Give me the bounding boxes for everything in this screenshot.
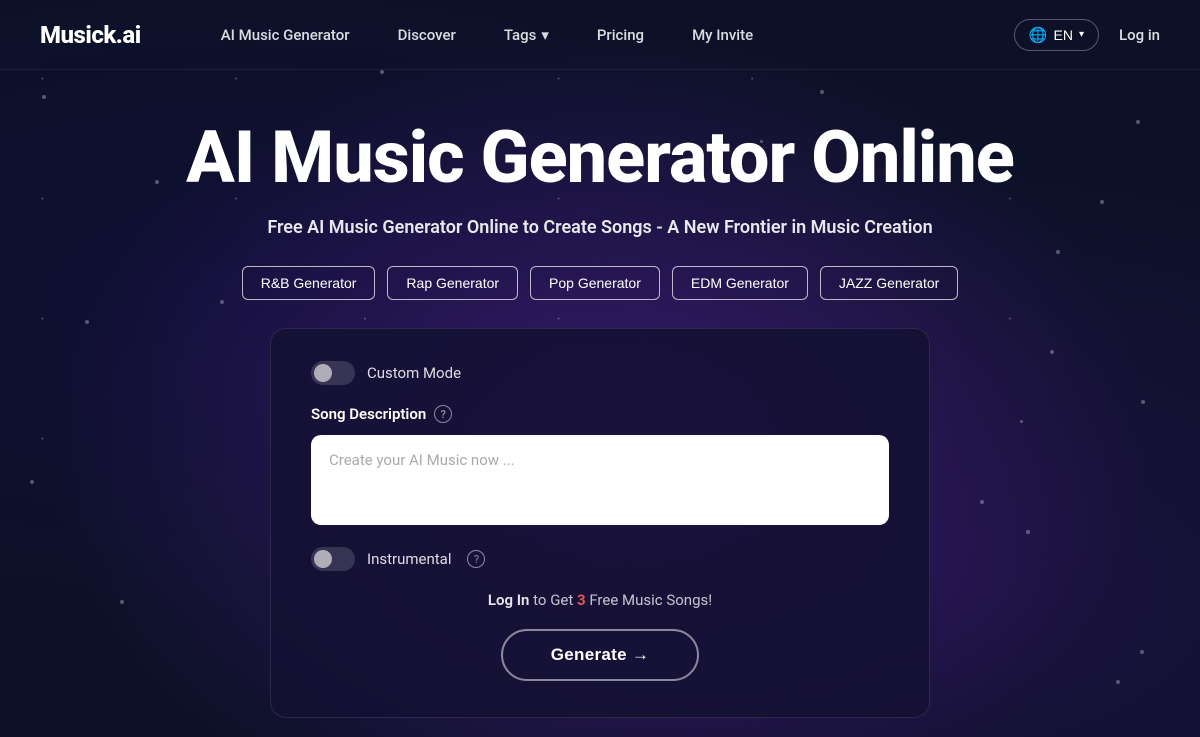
- genre-pop[interactable]: Pop Generator: [530, 266, 660, 300]
- nav-tags[interactable]: Tags ▾: [504, 26, 549, 44]
- instrumental-label: Instrumental: [367, 550, 451, 568]
- instrumental-help-icon[interactable]: ?: [467, 550, 485, 568]
- custom-mode-label: Custom Mode: [367, 364, 461, 382]
- login-notice-link[interactable]: Log In: [488, 591, 530, 609]
- nav-right: 🌐 EN ▾ Log in: [1014, 19, 1160, 51]
- song-description-help-icon[interactable]: ?: [434, 405, 452, 423]
- genre-jazz[interactable]: JAZZ Generator: [820, 266, 958, 300]
- free-count: 3: [577, 591, 586, 609]
- song-description-input[interactable]: [311, 435, 889, 525]
- hero-section: AI Music Generator Online Free AI Music …: [0, 70, 1200, 718]
- genre-edm[interactable]: EDM Generator: [672, 266, 808, 300]
- hero-subtitle: Free AI Music Generator Online to Create…: [267, 217, 932, 238]
- login-notice: Log In to Get 3 Free Music Songs!: [311, 591, 889, 609]
- generator-card: Custom Mode Song Description ? Instrumen…: [270, 328, 930, 718]
- nav-links: AI Music Generator Discover Tags ▾ Prici…: [221, 26, 1014, 44]
- generate-button[interactable]: Generate →: [501, 629, 699, 681]
- nav-pricing[interactable]: Pricing: [597, 26, 644, 44]
- custom-mode-toggle[interactable]: [311, 361, 355, 385]
- nav-discover[interactable]: Discover: [398, 26, 456, 44]
- globe-icon: 🌐: [1029, 26, 1048, 44]
- genre-tags: R&B Generator Rap Generator Pop Generato…: [242, 266, 959, 300]
- login-link[interactable]: Log in: [1119, 26, 1160, 44]
- hero-title: AI Music Generator Online: [186, 118, 1014, 197]
- chevron-down-icon: ▾: [1079, 29, 1084, 40]
- nav-ai-music-generator[interactable]: AI Music Generator: [221, 26, 350, 44]
- navbar: Musick.ai AI Music Generator Discover Ta…: [0, 0, 1200, 70]
- logo: Musick.ai: [40, 21, 141, 49]
- instrumental-toggle[interactable]: [311, 547, 355, 571]
- song-description-label: Song Description ?: [311, 405, 889, 423]
- custom-mode-row: Custom Mode: [311, 361, 889, 385]
- lang-label: EN: [1054, 27, 1073, 43]
- genre-rap[interactable]: Rap Generator: [387, 266, 518, 300]
- language-selector[interactable]: 🌐 EN ▾: [1014, 19, 1099, 51]
- nav-my-invite[interactable]: My Invite: [692, 26, 753, 44]
- instrumental-row: Instrumental ?: [311, 547, 889, 571]
- chevron-down-icon: ▾: [541, 26, 549, 44]
- genre-rnb[interactable]: R&B Generator: [242, 266, 376, 300]
